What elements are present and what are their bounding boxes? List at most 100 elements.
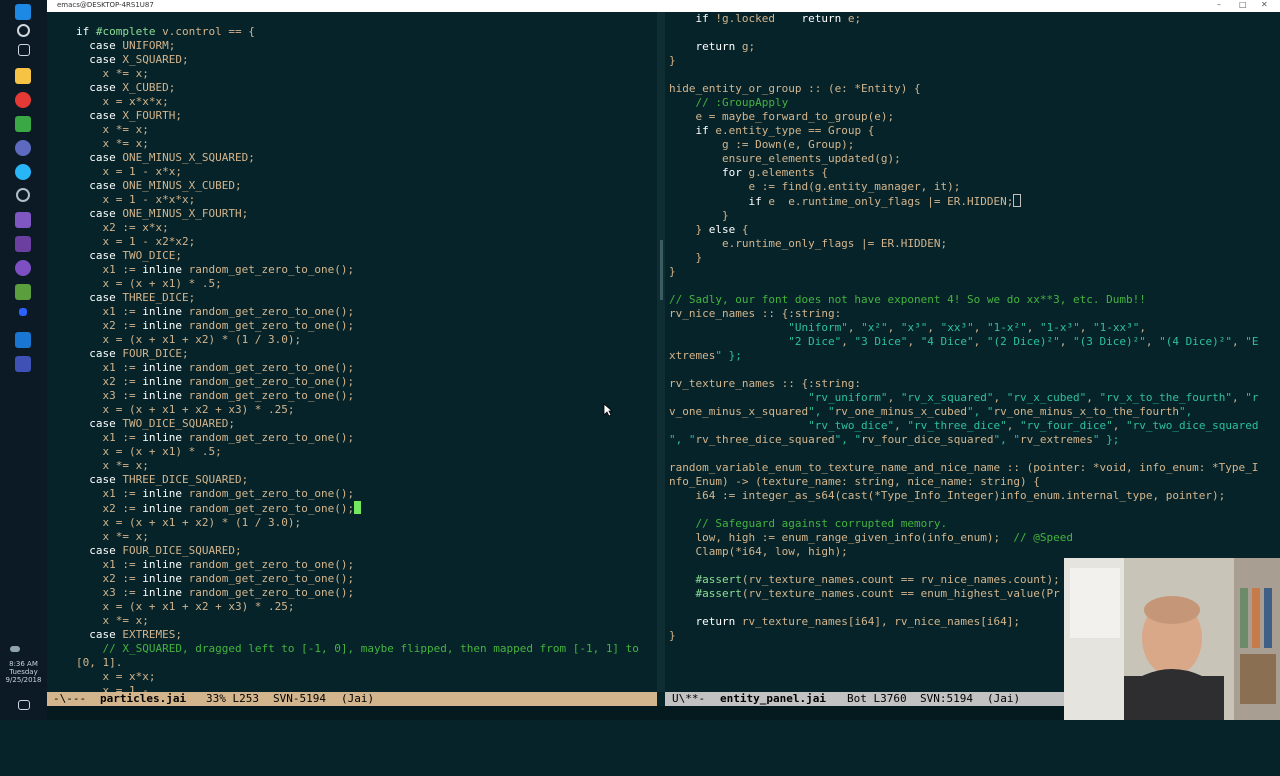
code-line[interactable]: x = (x + x1) * .5;: [76, 277, 221, 290]
app-icon[interactable]: [15, 164, 31, 180]
pane-divider[interactable]: [657, 12, 665, 692]
code-line[interactable]: return rv_texture_names[i64], rv_nice_na…: [669, 615, 1021, 628]
code-line[interactable]: random_variable_enum_to_texture_name_and…: [669, 461, 1258, 474]
code-line[interactable]: }: [669, 629, 676, 642]
code-line[interactable]: x1 := inline random_get_zero_to_one();: [76, 558, 354, 571]
scrollbar-thumb[interactable]: [660, 240, 663, 300]
close-button[interactable]: ✕: [1261, 0, 1268, 9]
code-line[interactable]: // Sadly, our font does not have exponen…: [669, 293, 1146, 306]
code-line[interactable]: case ONE_MINUS_X_CUBED;: [76, 179, 241, 192]
code-line[interactable]: case UNIFORM;: [76, 39, 175, 52]
code-line[interactable]: e.runtime_only_flags |= ER.HIDDEN;: [669, 237, 947, 250]
visual-studio-icon[interactable]: [15, 236, 31, 252]
code-line[interactable]: x3 := inline random_get_zero_to_one();: [76, 389, 354, 402]
code-line[interactable]: case TWO_DICE_SQUARED;: [76, 417, 235, 430]
app-icon[interactable]: [15, 212, 31, 228]
code-line[interactable]: case FOUR_DICE_SQUARED;: [76, 544, 241, 557]
code-line[interactable]: x = x*x*x;: [76, 95, 168, 108]
code-line[interactable]: }: [669, 251, 702, 264]
code-line[interactable]: "Uniform", "x²", "x³", "xx³", "1-x²", "1…: [669, 321, 1146, 334]
app-icon[interactable]: [15, 332, 31, 348]
code-line[interactable]: x = (x + x1 + x2 + x3) * .25;: [76, 403, 294, 416]
system-tray-icon[interactable]: [10, 646, 20, 652]
task-view-icon[interactable]: [18, 44, 30, 56]
code-line[interactable]: x *= x;: [76, 137, 148, 150]
search-icon[interactable]: [17, 24, 30, 37]
code-line[interactable]: x *= x;: [76, 123, 148, 136]
code-line[interactable]: #assert(rv_texture_names.count == enum_h…: [669, 587, 1060, 600]
code-line[interactable]: for g.elements {: [669, 166, 828, 179]
code-line[interactable]: e = maybe_forward_to_group(e);: [669, 110, 894, 123]
code-line[interactable]: ensure_elements_updated(g);: [669, 152, 901, 165]
code-line[interactable]: case EXTREMES;: [76, 628, 182, 641]
code-line[interactable]: "rv_uniform", "rv_x_squared", "rv_x_cube…: [669, 391, 1258, 404]
code-line[interactable]: x = 1 - x2*x2;: [76, 235, 195, 248]
code-line[interactable]: rv_texture_names :: {:string:: [669, 377, 861, 390]
code-line[interactable]: x2 := inline random_get_zero_to_one();: [76, 319, 354, 332]
settings-icon[interactable]: [16, 188, 30, 202]
code-line[interactable]: // Safeguard against corrupted memory.: [669, 517, 948, 530]
code-line[interactable]: Clamp(*i64, low, high);: [669, 545, 847, 558]
code-line[interactable]: g := Down(e, Group);: [669, 138, 854, 151]
code-line[interactable]: e := find(g.entity_manager, it);: [669, 180, 960, 193]
code-line[interactable]: }: [669, 54, 676, 67]
code-line[interactable]: x2 := inline random_get_zero_to_one();: [76, 501, 362, 515]
code-line[interactable]: x *= x;: [76, 67, 148, 80]
notification-icon[interactable]: [18, 700, 30, 710]
code-line[interactable]: case ONE_MINUS_X_SQUARED;: [76, 151, 255, 164]
code-line[interactable]: // X_SQUARED, dragged left to [-1, 0], m…: [76, 642, 639, 655]
code-line[interactable]: hide_entity_or_group :: (e: *Entity) {: [669, 82, 921, 95]
code-line[interactable]: "rv_two_dice", "rv_three_dice", "rv_four…: [669, 419, 1258, 432]
code-line[interactable]: case X_SQUARED;: [76, 53, 188, 66]
windows-start-icon[interactable]: [15, 4, 31, 20]
code-line[interactable]: x = 1 - x*x;: [76, 165, 181, 178]
app-icon[interactable]: [15, 140, 31, 156]
code-line[interactable]: if #complete v.control == {: [76, 25, 255, 38]
code-text[interactable]: if #complete v.control == { case UNIFORM…: [76, 25, 639, 692]
code-line[interactable]: x1 := inline random_get_zero_to_one();: [76, 263, 354, 276]
code-line[interactable]: x = (x + x1 + x2) * (1 / 3.0);: [76, 333, 301, 346]
code-line[interactable]: case TWO_DICE;: [76, 249, 182, 262]
file-explorer-icon[interactable]: [15, 68, 31, 84]
code-line[interactable]: if e e.runtime_only_flags |= ER.HIDDEN;: [669, 194, 1022, 208]
code-line[interactable]: x1 := inline random_get_zero_to_one();: [76, 305, 354, 318]
code-text[interactable]: if !g.locked return e; return g; } hide_…: [669, 12, 1259, 643]
app-icon[interactable]: [15, 356, 31, 372]
code-line[interactable]: nfo_Enum) -> (texture_name: string, nice…: [669, 475, 1040, 488]
code-line[interactable]: }: [669, 209, 729, 222]
code-line[interactable]: x2 := x*x;: [76, 221, 168, 234]
code-line[interactable]: x *= x;: [76, 459, 148, 472]
code-line[interactable]: rv_nice_names :: {:string:: [669, 307, 841, 320]
code-line[interactable]: x *= x;: [76, 614, 148, 627]
code-line[interactable]: case FOUR_DICE;: [76, 347, 188, 360]
code-line[interactable]: [0, 1].: [76, 656, 122, 669]
code-line[interactable]: x = (x + x1) * .5;: [76, 445, 221, 458]
code-line[interactable]: #assert(rv_texture_names.count == rv_nic…: [669, 573, 1060, 586]
code-line[interactable]: case ONE_MINUS_X_FOURTH;: [76, 207, 248, 220]
code-line[interactable]: }: [669, 265, 676, 278]
code-line[interactable]: x2 := inline random_get_zero_to_one();: [76, 375, 354, 388]
chrome-icon[interactable]: [15, 92, 31, 108]
code-line[interactable]: x = (x + x1 + x2) * (1 / 3.0);: [76, 516, 301, 529]
code-line[interactable]: case THREE_DICE_SQUARED;: [76, 473, 248, 486]
minimize-button[interactable]: –: [1217, 0, 1221, 9]
code-line[interactable]: xtremes" };: [669, 349, 742, 362]
code-line[interactable]: // :GroupApply: [669, 96, 789, 109]
code-line[interactable]: x2 := inline random_get_zero_to_one();: [76, 572, 354, 585]
code-line[interactable]: "2 Dice", "3 Dice", "4 Dice", "(2 Dice)²…: [669, 335, 1258, 348]
code-line[interactable]: i64 := integer_as_s64(cast(*Type_Info_In…: [669, 489, 1225, 502]
app-icon[interactable]: [19, 308, 27, 316]
lambda-icon[interactable]: [15, 116, 31, 132]
editor-pane-left[interactable]: if #complete v.control == { case UNIFORM…: [47, 12, 657, 692]
code-line[interactable]: if !g.locked return e;: [669, 12, 862, 25]
maximize-button[interactable]: □: [1239, 0, 1247, 9]
code-line[interactable]: x = (x + x1 + x2 + x3) * .25;: [76, 600, 294, 613]
code-line[interactable]: case X_FOURTH;: [76, 109, 182, 122]
code-line[interactable]: x1 := inline random_get_zero_to_one();: [76, 361, 354, 374]
emacs-icon[interactable]: [15, 260, 31, 276]
code-line[interactable]: case X_CUBED;: [76, 81, 175, 94]
minecraft-icon[interactable]: [15, 284, 31, 300]
code-line[interactable]: x = 1 - x*x*x;: [76, 193, 195, 206]
code-line[interactable]: x = 1 - ...: [76, 684, 175, 692]
code-line[interactable]: x *= x;: [76, 530, 148, 543]
